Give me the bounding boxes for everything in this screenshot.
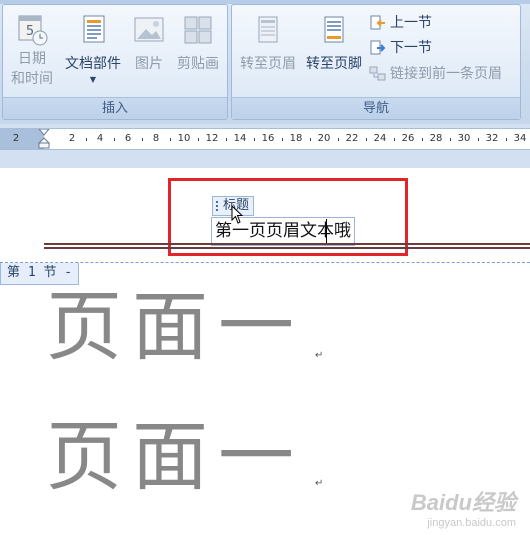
link-to-previous-label: 链接到前一条页眉 bbox=[390, 66, 502, 82]
ruler-tick-mark bbox=[142, 138, 143, 141]
goto-header-button[interactable]: 转至页眉 bbox=[236, 13, 300, 75]
ruler-tick-mark bbox=[506, 138, 507, 141]
watermark-logo: Baidu经验 bbox=[410, 490, 516, 515]
ruler-tick-label: 20 bbox=[317, 133, 331, 144]
clip-art-icon bbox=[181, 13, 215, 47]
ruler-tick-label: 26 bbox=[401, 133, 415, 144]
ruler-tick-mark bbox=[450, 138, 451, 141]
previous-section-label: 上一节 bbox=[390, 15, 432, 31]
ruler-tick-label: 24 bbox=[373, 133, 387, 144]
header-border-line bbox=[44, 243, 530, 245]
body-line: 页面一 bbox=[46, 412, 304, 501]
navigation-group-label: 导航 bbox=[232, 97, 520, 119]
indent-marker-icon[interactable] bbox=[37, 128, 51, 149]
next-section-button[interactable]: 下一节 bbox=[369, 36, 432, 58]
ruler-tick-label: 28 bbox=[429, 133, 443, 144]
ruler-tick-mark bbox=[198, 138, 199, 141]
section-tab-label: 第 1 节 - bbox=[7, 265, 73, 280]
quick-parts-label: 文档部件 bbox=[65, 56, 121, 72]
ruler-tick-label: 12 bbox=[205, 133, 219, 144]
goto-header-label: 转至页眉 bbox=[240, 56, 296, 72]
goto-header-icon bbox=[251, 13, 285, 47]
date-time-button[interactable]: 5 日期 和时间 bbox=[9, 13, 55, 89]
insert-group: 5 日期 和时间 文档部件 ▼ 图片 剪贴画 插入 bbox=[2, 4, 228, 120]
ruler-tick-label: 2 bbox=[68, 133, 76, 144]
dropdown-caret-icon: ▼ bbox=[89, 75, 97, 84]
ruler-tick-label: 16 bbox=[261, 133, 275, 144]
ruler-tick-label: 6 bbox=[124, 133, 132, 144]
next-section-icon bbox=[369, 39, 386, 56]
ruler-tick-label: 32 bbox=[485, 133, 499, 144]
ruler-tick-mark bbox=[394, 138, 395, 141]
watermark-url: jingyan.baidu.com bbox=[427, 517, 516, 529]
ruler-tick-label: 30 bbox=[457, 133, 471, 144]
ruler-tick-mark bbox=[170, 138, 171, 141]
goto-footer-label: 转至页脚 bbox=[306, 56, 362, 72]
next-section-label: 下一节 bbox=[390, 40, 432, 56]
navigation-group: 转至页眉 转至页脚 上一节 下一节 链接到前一条页眉 导航 bbox=[231, 4, 521, 120]
ruler-tick-mark bbox=[114, 138, 115, 141]
insert-group-label: 插入 bbox=[3, 97, 227, 119]
body-paragraph[interactable]: 页面一 bbox=[46, 417, 304, 497]
header-boundary-line bbox=[0, 262, 530, 263]
horizontal-ruler[interactable]: 2 2 4 6 8 10 12 14 16 18 20 22 24 26 28 30 32 34 bbox=[0, 128, 530, 150]
clip-art-label: 剪贴画 bbox=[177, 56, 219, 72]
goto-footer-icon bbox=[317, 13, 351, 47]
picture-button[interactable]: 图片 bbox=[129, 13, 169, 75]
header-border-line bbox=[44, 247, 530, 249]
quick-parts-button[interactable]: 文档部件 ▼ bbox=[60, 13, 126, 85]
body-line: 页面一 bbox=[46, 282, 304, 371]
ruler-tick-mark bbox=[366, 138, 367, 141]
link-to-previous-icon bbox=[369, 65, 386, 82]
ruler-tick-label: 4 bbox=[96, 133, 104, 144]
date-time-label-2: 和时间 bbox=[11, 71, 53, 87]
ruler-tick-label: 10 bbox=[177, 133, 191, 144]
picture-icon bbox=[132, 13, 166, 47]
date-time-label-1: 日期 bbox=[18, 51, 46, 67]
calendar-clock-icon: 5 bbox=[15, 13, 49, 47]
ruler-tick-label: 18 bbox=[289, 133, 303, 144]
paragraph-mark: ↵ bbox=[315, 350, 324, 361]
picture-label: 图片 bbox=[135, 56, 163, 72]
paragraph-mark: ↵ bbox=[315, 478, 324, 489]
ruler-tick-label: 34 bbox=[513, 133, 527, 144]
previous-section-button[interactable]: 上一节 bbox=[369, 11, 432, 33]
ruler-tick-mark bbox=[86, 138, 87, 141]
ruler-tick-mark bbox=[338, 138, 339, 141]
ribbon: 5 日期 和时间 文档部件 ▼ 图片 剪贴画 插入 转至页眉 转至页脚 上一节 … bbox=[0, 0, 530, 124]
ruler-tick-mark bbox=[226, 138, 227, 141]
watermark: Baidu经验 jingyan.baidu.com bbox=[411, 485, 516, 529]
ruler-label: 2 bbox=[12, 133, 20, 144]
goto-footer-button[interactable]: 转至页脚 bbox=[302, 13, 366, 75]
ruler-tick-mark bbox=[254, 138, 255, 141]
body-paragraph[interactable]: 页面一 bbox=[46, 287, 304, 367]
link-to-previous-button[interactable]: 链接到前一条页眉 bbox=[369, 62, 502, 84]
clip-art-button[interactable]: 剪贴画 bbox=[173, 13, 223, 75]
previous-section-icon bbox=[369, 14, 386, 31]
ruler-tick-mark bbox=[310, 138, 311, 141]
ruler-tick-label: 14 bbox=[233, 133, 247, 144]
quick-parts-icon bbox=[76, 13, 110, 47]
ruler-tick-mark bbox=[282, 138, 283, 141]
ruler-tick-mark bbox=[422, 138, 423, 141]
ruler-tick-label: 8 bbox=[152, 133, 160, 144]
ruler-tick-label: 22 bbox=[345, 133, 359, 144]
ruler-tick-mark bbox=[478, 138, 479, 141]
